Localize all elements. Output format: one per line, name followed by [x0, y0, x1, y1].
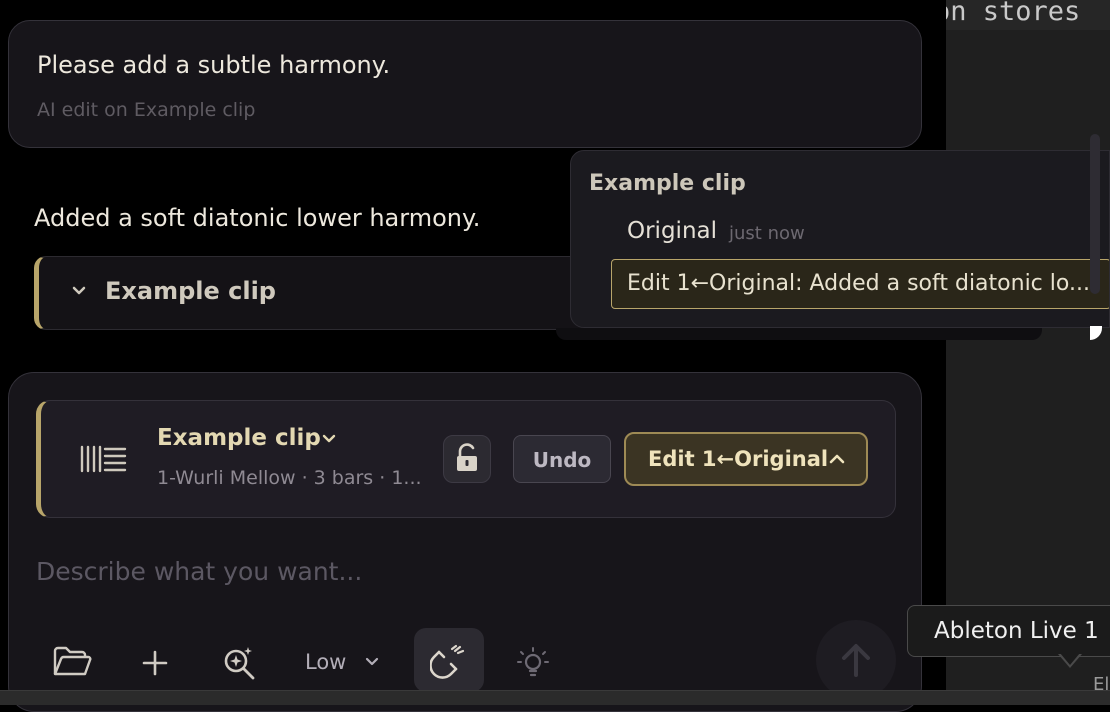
prompt-input[interactable]: Describe what you want... [36, 557, 362, 586]
user-message-meta: AI edit on Example clip [37, 99, 256, 121]
version-item-time: just now [729, 223, 805, 244]
version-item-selected[interactable]: Edit 1←Original: Added a soft diatonic l… [611, 259, 1109, 309]
assistant-reply: Added a soft diatonic lower harmony. [34, 204, 481, 232]
popover-scrollbar[interactable] [1090, 134, 1100, 294]
zoom-icon[interactable] [220, 644, 258, 682]
lock-button[interactable] [443, 435, 491, 483]
chevron-up-icon [829, 454, 845, 464]
arrow-up-icon [842, 644, 870, 677]
lock-open-icon [457, 443, 477, 471]
status-fragment: El [1093, 674, 1110, 695]
folder-icon[interactable] [52, 644, 92, 680]
effort-select[interactable]: Low [305, 650, 346, 674]
editor-pane [946, 0, 1110, 704]
clip-icon [80, 445, 127, 473]
version-item-original[interactable]: Original [627, 218, 717, 244]
magnet-icon [430, 644, 465, 679]
clip-card-title: Example clip [105, 277, 276, 305]
lightbulb-icon[interactable] [516, 646, 550, 680]
user-message-bubble: Please add a subtle harmony. AI edit on … [8, 20, 922, 148]
attached-clip-details: 1-Wurli Mellow · 3 bars · 1... [157, 467, 422, 489]
version-select-label: Edit 1←Original [648, 447, 829, 471]
plus-icon[interactable] [140, 648, 170, 678]
user-message-text: Please add a subtle harmony. [37, 51, 391, 79]
version-select-button[interactable]: Edit 1←Original [624, 432, 868, 486]
tooltip-arrow-fill [1060, 653, 1080, 665]
popover-heading: Example clip [589, 171, 746, 196]
chevron-down-icon[interactable] [321, 432, 337, 446]
undo-button[interactable]: Undo [513, 435, 611, 483]
attached-clip-card: Example clip 1-Wurli Mellow · 3 bars · 1… [36, 400, 896, 518]
popover-shadow [556, 328, 1042, 340]
attached-clip-name[interactable]: Example clip [157, 425, 321, 451]
send-button[interactable] [816, 620, 896, 700]
chevron-down-icon [72, 286, 86, 295]
version-popover: Example clip Original just now Edit 1←Or… [570, 150, 1110, 328]
bottom-status-bar [0, 690, 1110, 705]
code-line: on stores [946, 0, 1110, 30]
chevron-down-icon[interactable] [364, 655, 380, 669]
app-tooltip: Ableton Live 1 [907, 605, 1110, 657]
